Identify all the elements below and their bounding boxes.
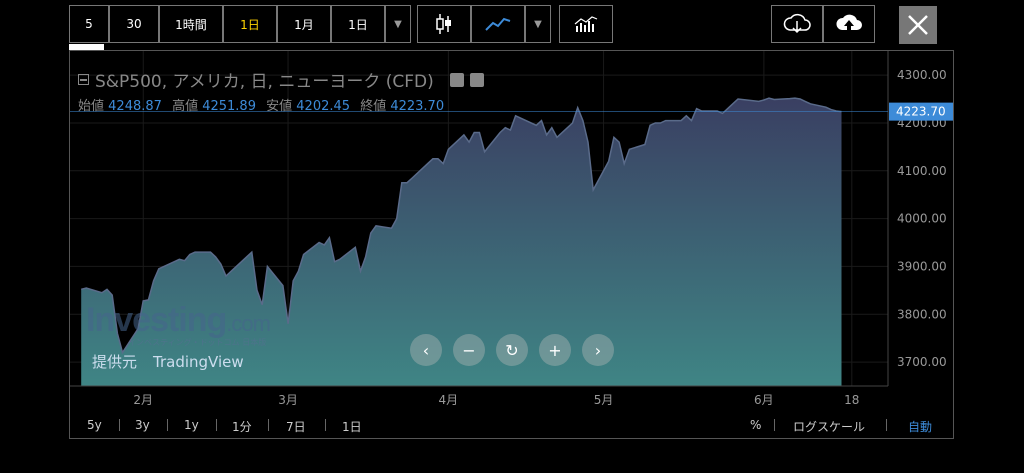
chart-title: S&P500, アメリカ, 日, ニューヨーク (CFD)	[95, 72, 434, 92]
x-tick-label: 4月	[439, 393, 459, 407]
interval-5-button[interactable]: 5	[69, 5, 109, 43]
reset-button[interactable]: ↻	[496, 334, 528, 366]
watermark-sub: インベスティング・ドットコム 日本版	[128, 338, 267, 347]
interval-1h-button[interactable]: 1時間	[159, 5, 223, 43]
percent-toggle[interactable]: %	[750, 418, 761, 432]
interval-30-button[interactable]: 30	[109, 5, 159, 43]
x-tick-label: 2月	[133, 393, 153, 407]
y-tick-label: 4100.00	[897, 164, 947, 178]
close-value: 4223.70	[390, 99, 445, 114]
interval-1m-button[interactable]: 1月	[277, 5, 331, 43]
chart-legend: S&P500, アメリカ, 日, ニューヨーク (CFD)	[78, 67, 484, 92]
provider-credit: 提供元 TradingView	[92, 351, 260, 372]
low-value: 4202.45	[296, 99, 351, 114]
scroll-right-button[interactable]: ›	[582, 334, 614, 366]
chart-panel[interactable]: 3700.00 3800.00 3900.00 4000.00 4100.00 4200.…	[69, 50, 954, 439]
indicator-icon[interactable]	[559, 5, 613, 43]
y-tick-label: 3800.00	[897, 307, 947, 321]
ohlc-readout: 始値 4248.87 高値 4251.89 安値 4202.45 終値 4223…	[78, 95, 450, 114]
low-label: 安値	[266, 99, 293, 114]
range-7d-button[interactable]: 7日	[286, 418, 306, 435]
zoom-out-button[interactable]: −	[453, 334, 485, 366]
download-icon[interactable]	[771, 5, 823, 43]
provider-label: 提供元	[92, 353, 138, 371]
eye-icon[interactable]	[449, 72, 464, 87]
range-1y-button[interactable]: 1y	[184, 418, 199, 432]
watermark-brand: Investing	[86, 301, 227, 339]
x-tick-label: 6月	[754, 393, 774, 407]
log-scale-toggle[interactable]: ログスケール	[793, 418, 865, 435]
provider-name[interactable]: TradingView	[153, 353, 244, 371]
y-tick-label: 3900.00	[897, 259, 947, 273]
range-1min-button[interactable]: 1分	[232, 418, 252, 435]
range-bar: 5y 3y 1y 1分 7日 1日 % ログスケール 自動	[69, 412, 954, 438]
x-tick-label: 3月	[278, 393, 298, 407]
zoom-in-button[interactable]: +	[539, 334, 571, 366]
gear-icon[interactable]	[469, 72, 484, 87]
high-label: 高値	[172, 99, 199, 114]
open-value: 4248.87	[108, 99, 162, 114]
watermark-suffix: .com	[226, 311, 271, 336]
x-tick-label: 5月	[594, 393, 614, 407]
close-label: 終値	[360, 99, 387, 114]
auto-scale-toggle[interactable]: 自動	[908, 418, 932, 435]
y-tick-label: 4000.00	[897, 212, 947, 226]
last-price-label: 4223.70	[896, 105, 946, 119]
chart-nav-controls: ‹ − ↻ + ›	[410, 334, 614, 366]
range-5y-button[interactable]: 5y	[87, 418, 102, 432]
line-chart-icon[interactable]	[471, 5, 525, 43]
upload-icon[interactable]	[823, 5, 875, 43]
investing-watermark: Investing.com	[86, 301, 271, 340]
interval-select-button[interactable]: 1日	[331, 5, 385, 43]
chart-type-dropdown-icon[interactable]: ▼	[525, 5, 551, 43]
collapse-legend-icon[interactable]	[78, 74, 89, 85]
open-label: 始値	[78, 99, 105, 114]
interval-dropdown-icon[interactable]: ▼	[385, 5, 411, 43]
scroll-left-button[interactable]: ‹	[410, 334, 442, 366]
candlestick-icon[interactable]	[417, 5, 471, 43]
interval-1d-button[interactable]: 1日	[223, 5, 277, 43]
high-value: 4251.89	[202, 99, 256, 114]
range-3y-button[interactable]: 3y	[135, 418, 150, 432]
close-icon[interactable]	[899, 6, 937, 44]
y-tick-label: 3700.00	[897, 355, 947, 369]
range-1d-button[interactable]: 1日	[342, 418, 362, 435]
y-tick-label: 4300.00	[897, 68, 947, 82]
x-tick-label: 18	[844, 393, 859, 407]
